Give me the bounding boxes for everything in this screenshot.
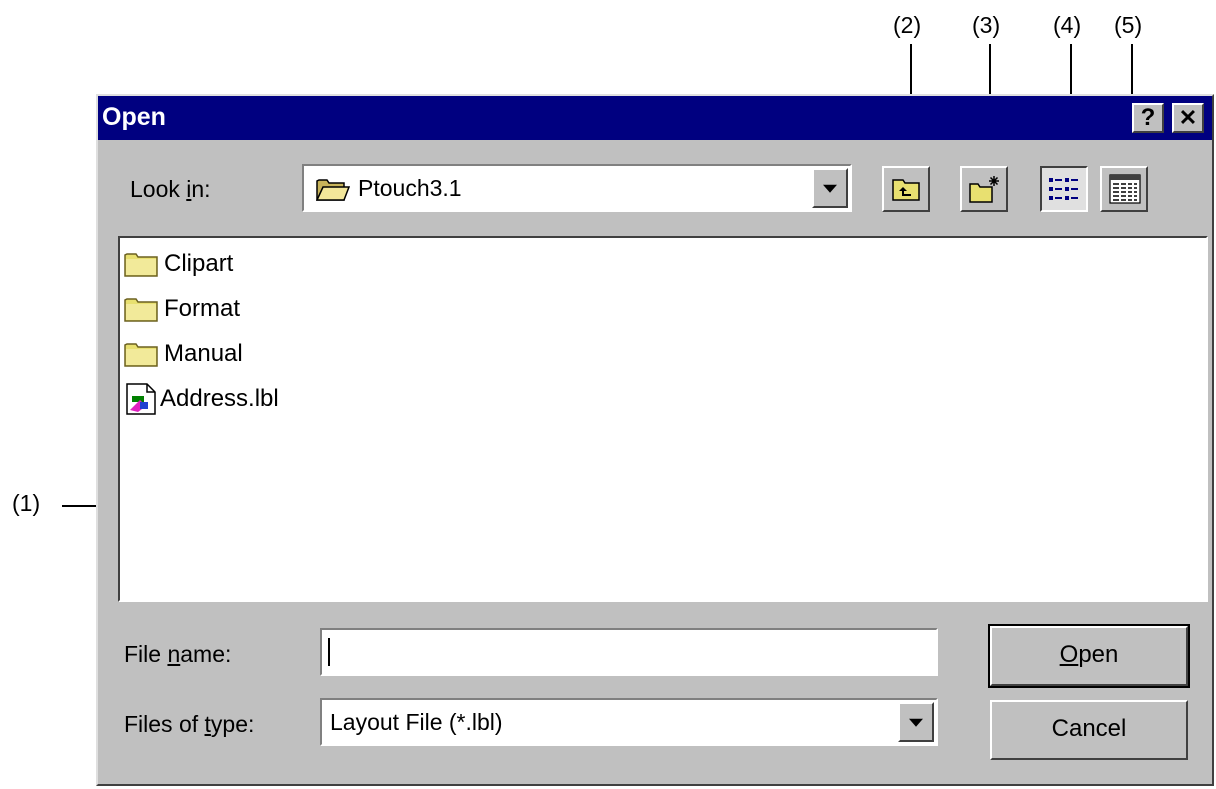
files-of-type-combo[interactable]: Layout File (*.lbl) xyxy=(320,698,938,746)
callout-4: (4) xyxy=(1053,12,1082,38)
callout-5: (5) xyxy=(1114,12,1143,38)
list-item[interactable]: Format xyxy=(124,289,240,329)
open-dialog: Open ? ✕ Look in: Ptouch3.1 Clipart Form… xyxy=(96,94,1214,786)
files-of-type-label: Files of type: xyxy=(124,711,255,737)
details-view-icon xyxy=(1109,174,1141,209)
create-new-folder-button[interactable] xyxy=(960,166,1008,212)
chevron-down-icon xyxy=(909,718,923,727)
up-one-level-button[interactable] xyxy=(882,166,930,212)
list-item-name: Manual xyxy=(164,340,243,367)
label-file-icon xyxy=(124,382,158,416)
folder-up-icon xyxy=(891,175,921,208)
list-item-name: Address.lbl xyxy=(160,385,279,412)
list-item[interactable]: Address.lbl xyxy=(124,379,279,419)
dialog-title: Open xyxy=(102,103,166,131)
callout-2: (2) xyxy=(893,12,922,38)
close-button[interactable]: ✕ xyxy=(1172,103,1204,133)
open-button[interactable]: Open xyxy=(988,624,1190,688)
folder-icon xyxy=(124,341,158,367)
title-bar: Open ? ✕ xyxy=(98,96,1212,140)
look-in-label: Look in: xyxy=(130,176,211,202)
files-of-type-dropdown-button[interactable] xyxy=(898,702,934,742)
file-name-input[interactable] xyxy=(320,628,938,676)
list-view-button[interactable] xyxy=(1040,166,1088,212)
look-in-dropdown-button[interactable] xyxy=(812,168,848,208)
folder-icon xyxy=(124,296,158,322)
list-view-icon xyxy=(1048,176,1082,209)
callout-1: (1) xyxy=(12,490,41,516)
chevron-down-icon xyxy=(823,184,837,193)
files-of-type-value: Layout File (*.lbl) xyxy=(330,709,503,735)
callout-3: (3) xyxy=(972,12,1001,38)
file-name-label: File name: xyxy=(124,641,232,667)
file-list[interactable]: Clipart Format Manual Address.lbl xyxy=(118,236,1208,602)
folder-open-icon xyxy=(315,176,351,202)
text-caret xyxy=(328,638,330,666)
list-item-name: Format xyxy=(164,295,241,322)
cancel-button[interactable]: Cancel xyxy=(990,700,1188,760)
list-item[interactable]: Manual xyxy=(124,334,243,374)
list-item-name: Clipart xyxy=(164,250,234,277)
help-button[interactable]: ? xyxy=(1132,103,1164,133)
look-in-value: Ptouch3.1 xyxy=(358,175,462,201)
look-in-combo[interactable]: Ptouch3.1 xyxy=(302,164,852,212)
folder-icon xyxy=(124,251,158,277)
new-folder-icon xyxy=(968,173,1002,210)
list-item[interactable]: Clipart xyxy=(124,244,233,284)
details-view-button[interactable] xyxy=(1100,166,1148,212)
